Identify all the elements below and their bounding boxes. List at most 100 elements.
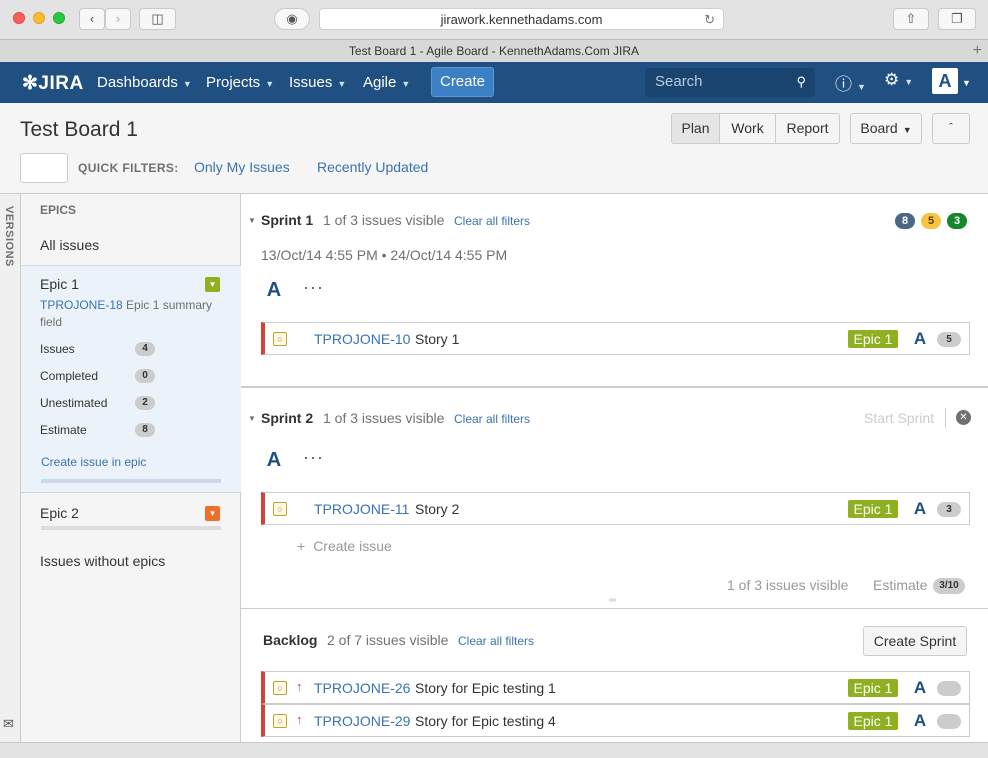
filter-recently-updated[interactable]: Recently Updated (317, 159, 428, 175)
issue-row-tprojone-26[interactable]: ○ ↑ TPROJONE-26 Story for Epic testing 1… (261, 671, 970, 704)
minimize-window-button[interactable] (33, 12, 45, 24)
sprint2-clear-filters[interactable]: Clear all filters (454, 412, 530, 426)
sprint1-clear-filters[interactable]: Clear all filters (454, 214, 530, 228)
nav-projects-label: Projects (206, 74, 261, 91)
epic1-stat-estimate-count: 8 (135, 423, 155, 437)
nav-dashboards[interactable]: Dashboards ▼ (97, 74, 192, 91)
epic-card-epic2[interactable]: Epic 2 ▼ (21, 494, 241, 534)
site-settings-icon[interactable]: ◉ (274, 8, 310, 30)
sprint1-name: Sprint 1 (261, 212, 314, 228)
backlog-clear-filters[interactable]: Clear all filters (458, 634, 534, 648)
chevron-down-icon[interactable]: ▼ (248, 216, 256, 225)
epic1-menu-chevron-icon[interactable]: ▼ (205, 277, 220, 292)
epic-label[interactable]: Epic 1 (848, 330, 898, 348)
browser-chrome: ‹ › ◫ ◉ jirawork.kennethadams.com ↻ ⇧ ❐ … (0, 0, 988, 62)
epic-card-epic1[interactable]: Epic 1 ▼ TPROJONE-18 Epic 1 summary fiel… (21, 265, 241, 493)
issue-row-tprojone-11[interactable]: ○ TPROJONE-11 Story 2 Epic 1 A 3 (261, 492, 970, 525)
sidebar-toggle-icon[interactable]: ◫ (139, 8, 176, 30)
create-button[interactable]: Create (431, 67, 494, 97)
browser-tab[interactable]: Test Board 1 - Agile Board - KennethAdam… (0, 39, 988, 62)
story-icon: ○ (273, 681, 287, 695)
new-tab-icon[interactable]: + (973, 40, 982, 62)
epic2-name: Epic 2 (40, 505, 79, 521)
versions-panel-toggle[interactable]: VERSIONS ✉ (0, 194, 21, 742)
quick-search-input[interactable] (20, 153, 68, 183)
epic1-key-link[interactable]: TPROJONE-18 (40, 298, 123, 312)
issue-row-tprojone-10[interactable]: ○ TPROJONE-10 Story 1 Epic 1 A 5 (261, 322, 970, 355)
assignee-avatar[interactable]: A (908, 710, 932, 732)
collapse-header-button[interactable]: ˆ (932, 113, 970, 144)
mode-plan-button[interactable]: Plan (671, 113, 720, 144)
sprint1-badge-done: 3 (947, 213, 967, 229)
epic2-menu-chevron-icon[interactable]: ▼ (205, 506, 220, 521)
epic-all-issues[interactable]: All issues (40, 237, 99, 253)
epic1-stat-issues-label: Issues (40, 342, 75, 356)
filter-only-my-issues[interactable]: Only My Issues (194, 159, 290, 175)
mode-work-button[interactable]: Work (719, 113, 776, 144)
search-input[interactable]: Search ⚲ (645, 68, 815, 97)
sprint1-more-icon[interactable]: ··· (303, 277, 324, 298)
issue-summary: Story for Epic testing 4 (415, 713, 556, 729)
assignee-avatar[interactable]: A (908, 677, 932, 699)
drag-handle-icon[interactable]: ═ (609, 595, 616, 606)
assignee-avatar[interactable]: A (908, 498, 932, 520)
plus-icon: + (297, 538, 306, 554)
address-bar[interactable]: jirawork.kennethadams.com ↻ (319, 8, 724, 30)
envelope-icon[interactable]: ✉ (3, 716, 14, 732)
create-issue-in-epic-link[interactable]: Create issue in epic (41, 455, 146, 469)
estimate-badge-empty (937, 681, 961, 696)
board-menu-button[interactable]: Board ▼ (850, 113, 922, 144)
assignee-avatar[interactable]: A (908, 328, 932, 350)
jira-logo[interactable]: ✻JIRA (22, 72, 84, 95)
chevron-down-icon[interactable]: ▼ (248, 414, 256, 423)
epic-label[interactable]: Epic 1 (848, 500, 898, 518)
issue-key-link[interactable]: TPROJONE-11 (314, 501, 409, 517)
estimate-badge: 3 (937, 502, 961, 517)
epic-label[interactable]: Epic 1 (848, 679, 898, 697)
back-button[interactable]: ‹ (79, 8, 105, 30)
backlog-main: ▼ Sprint 1 1 of 3 issues visible Clear a… (241, 194, 988, 742)
maximize-window-button[interactable] (53, 12, 65, 24)
forward-button[interactable]: › (105, 8, 131, 30)
issues-without-epics[interactable]: Issues without epics (40, 553, 165, 569)
section-divider (241, 386, 988, 388)
epic1-stat-completed-count: 0 (135, 369, 155, 383)
gear-icon[interactable]: ⚙ ▼ (884, 70, 913, 90)
chevron-down-icon: ▼ (337, 79, 347, 89)
estimate-badge-empty (937, 714, 961, 729)
create-issue-inline[interactable]: + Create issue (297, 538, 392, 554)
issue-key-link[interactable]: TPROJONE-10 (314, 331, 410, 347)
issue-key-link[interactable]: TPROJONE-26 (314, 680, 410, 696)
sprint2-footer-estimate-badge: 3/10 (933, 578, 965, 594)
epic1-stat-unestimated-label: Unestimated (40, 396, 108, 410)
sprint2-assignee-avatar[interactable]: A (261, 448, 287, 472)
share-icon[interactable]: ⇧ (893, 8, 929, 30)
chevron-down-icon: ▼ (182, 79, 192, 89)
sprint2-more-icon[interactable]: ··· (303, 447, 324, 468)
mode-report-button[interactable]: Report (775, 113, 840, 144)
close-sprint-icon[interactable]: ✕ (956, 410, 971, 425)
nav-issues[interactable]: Issues ▼ (289, 74, 346, 91)
avatar-chevron-down-icon[interactable]: ▼ (962, 78, 971, 88)
jira-logo-icon: ✻ (22, 73, 39, 94)
epic1-stat-completed-label: Completed (40, 369, 99, 383)
issue-summary: Story for Epic testing 1 (415, 680, 556, 696)
tab-title: Test Board 1 - Agile Board - KennethAdam… (348, 44, 640, 58)
issue-row-tprojone-29[interactable]: ○ ↑ TPROJONE-29 Story for Epic testing 4… (261, 704, 970, 737)
reload-icon[interactable]: ↻ (704, 9, 715, 30)
user-avatar[interactable]: A (932, 68, 958, 94)
close-window-button[interactable] (13, 12, 25, 24)
epic-label[interactable]: Epic 1 (848, 712, 898, 730)
sprint1-assignee-avatar[interactable]: A (261, 278, 287, 302)
nav-agile[interactable]: Agile ▼ (363, 74, 410, 91)
nav-projects[interactable]: Projects ▼ (206, 74, 274, 91)
nav-dashboards-label: Dashboards (97, 74, 178, 91)
help-icon[interactable]: ⓘ ▼ (835, 70, 866, 95)
tabs-overview-icon[interactable]: ❐ (938, 8, 976, 30)
sprint1-header[interactable]: ▼ Sprint 1 1 of 3 issues visible Clear a… (241, 212, 988, 232)
create-sprint-button[interactable]: Create Sprint (863, 626, 967, 656)
issue-key-link[interactable]: TPROJONE-29 (314, 713, 410, 729)
sprint2-visible-count: 1 of 3 issues visible (323, 410, 445, 426)
sprint2-name: Sprint 2 (261, 410, 314, 426)
start-sprint-button[interactable]: Start Sprint (864, 410, 934, 426)
